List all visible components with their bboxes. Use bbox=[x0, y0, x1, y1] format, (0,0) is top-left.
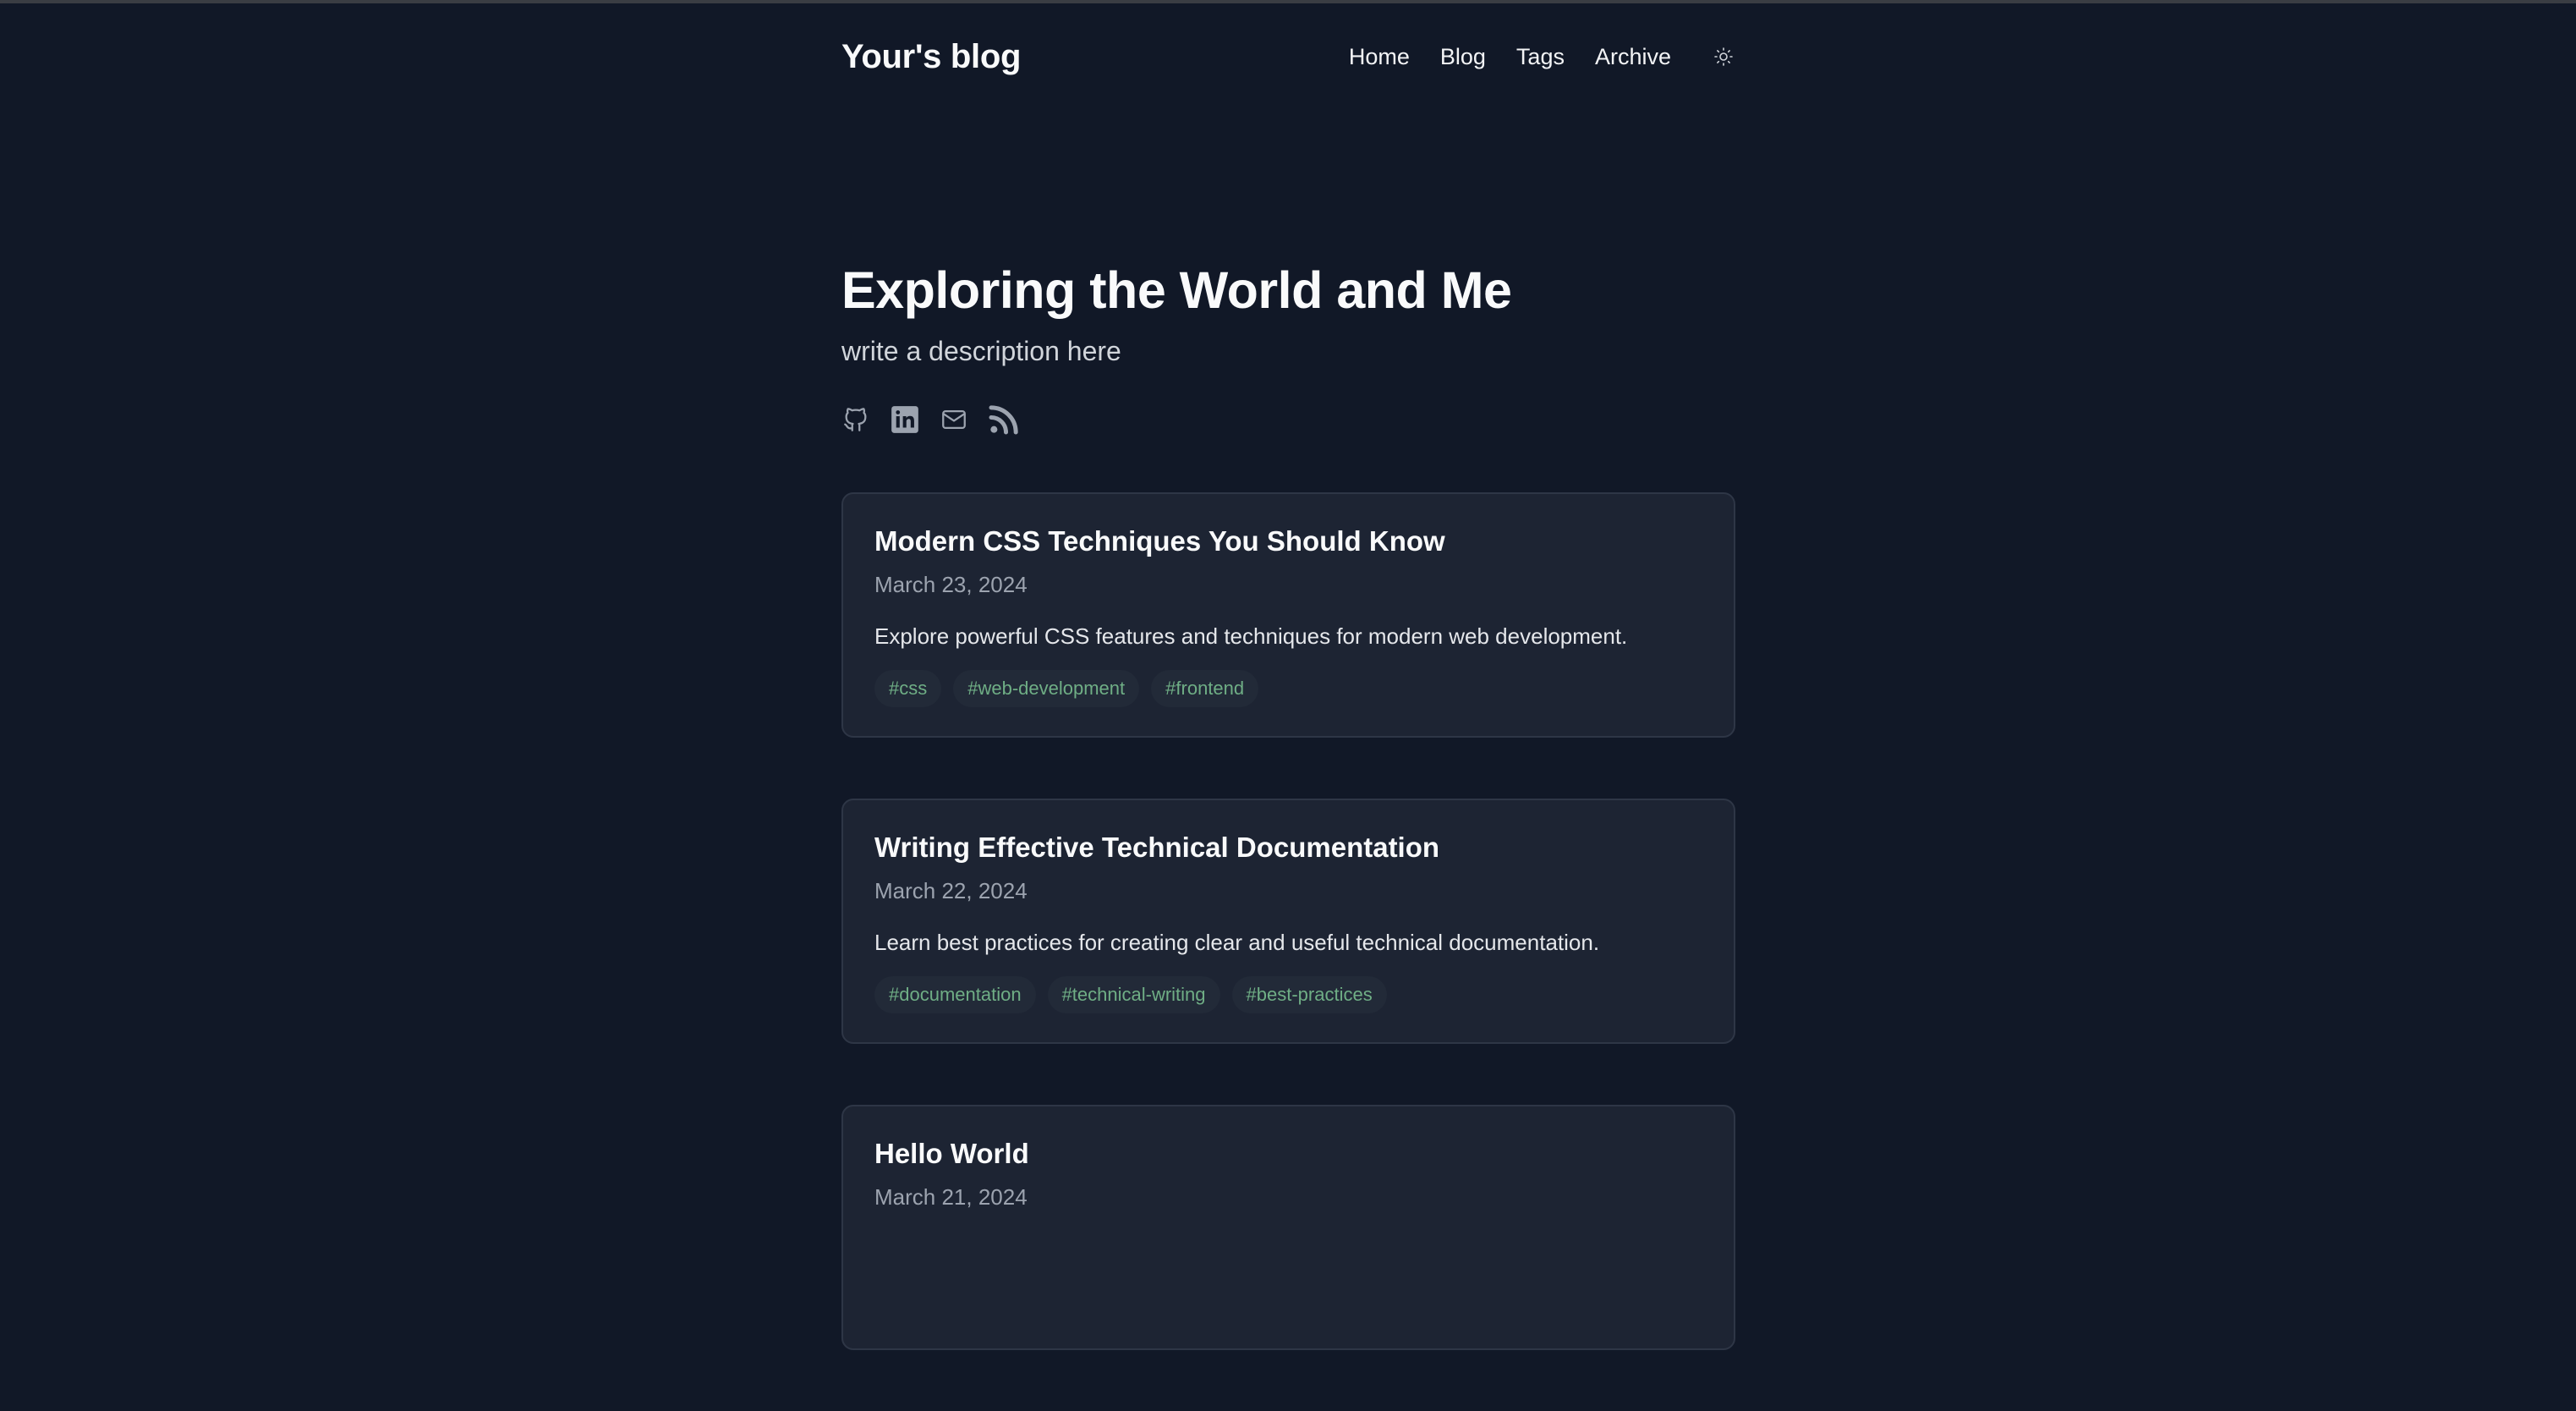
post-list: Modern CSS Techniques You Should Know Ma… bbox=[841, 492, 1735, 1351]
tag-chip[interactable]: #frontend bbox=[1151, 669, 1259, 707]
github-link[interactable] bbox=[841, 405, 870, 434]
post-card[interactable]: Modern CSS Techniques You Should Know Ma… bbox=[841, 492, 1735, 738]
tag-chip[interactable]: #best-practices bbox=[1231, 975, 1387, 1013]
post-card[interactable]: Writing Effective Technical Documentatio… bbox=[841, 799, 1735, 1045]
social-links bbox=[841, 401, 1735, 438]
nav-archive[interactable]: Archive bbox=[1595, 44, 1671, 70]
post-date: March 22, 2024 bbox=[874, 877, 1028, 903]
post-excerpt: Learn best practices for creating clear … bbox=[874, 929, 1600, 955]
nav-tags[interactable]: Tags bbox=[1516, 44, 1565, 70]
site-title-link[interactable]: Your's blog bbox=[841, 38, 1021, 76]
sun-icon bbox=[1714, 47, 1733, 66]
github-icon bbox=[844, 408, 867, 431]
post-tags: #documentation #technical-writing #best-… bbox=[874, 975, 1702, 1013]
post-title[interactable]: Writing Effective Technical Documentatio… bbox=[874, 831, 1702, 865]
linkedin-icon bbox=[891, 406, 918, 433]
post-card[interactable]: Hello World March 21, 2024 bbox=[841, 1105, 1735, 1351]
tag-chip[interactable]: #web-development bbox=[953, 669, 1140, 707]
nav-home[interactable]: Home bbox=[1349, 44, 1410, 70]
page-container: Your's blog Home Blog Tags Archive Explo… bbox=[841, 0, 1735, 1411]
mail-icon bbox=[942, 410, 966, 430]
main-nav: Home Blog Tags Archive bbox=[1349, 44, 1735, 70]
tag-chip[interactable]: #css bbox=[874, 669, 942, 707]
post-excerpt: Explore powerful CSS features and techni… bbox=[874, 623, 1628, 649]
post-title[interactable]: Hello World bbox=[874, 1137, 1702, 1171]
post-date: March 21, 2024 bbox=[874, 1183, 1028, 1210]
tag-chip[interactable]: #technical-writing bbox=[1047, 975, 1220, 1013]
rss-icon bbox=[989, 405, 1018, 435]
nav-blog[interactable]: Blog bbox=[1440, 44, 1486, 70]
email-link[interactable] bbox=[940, 405, 968, 434]
theme-toggle-button[interactable] bbox=[1712, 45, 1735, 69]
linkedin-link[interactable] bbox=[889, 404, 921, 436]
hero-section: Exploring the World and Me write a descr… bbox=[841, 261, 1735, 438]
rss-link[interactable] bbox=[987, 403, 1021, 436]
post-tags: #css #web-development #frontend bbox=[874, 669, 1702, 707]
post-title[interactable]: Modern CSS Techniques You Should Know bbox=[874, 524, 1702, 558]
hero-title: Exploring the World and Me bbox=[841, 261, 1512, 319]
hero-description: write a description here bbox=[841, 336, 1121, 367]
tag-chip[interactable]: #documentation bbox=[874, 975, 1036, 1013]
post-date: March 23, 2024 bbox=[874, 571, 1028, 597]
site-header: Your's blog Home Blog Tags Archive bbox=[841, 0, 1735, 113]
